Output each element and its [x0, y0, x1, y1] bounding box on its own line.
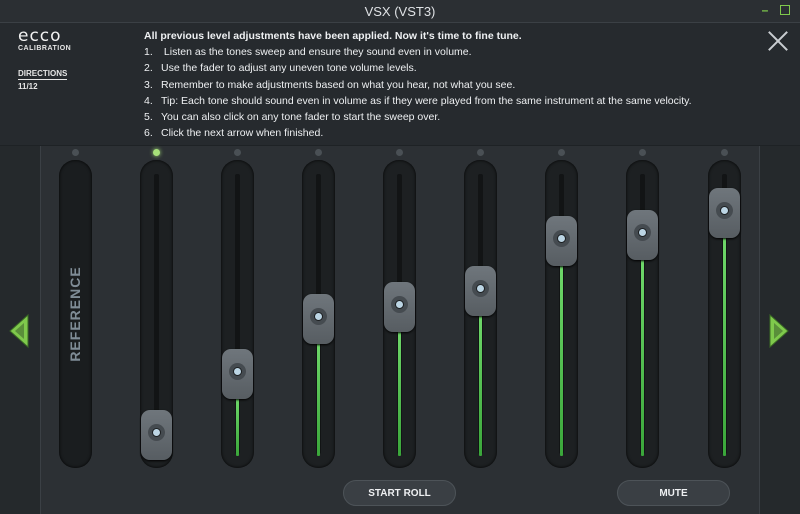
fader-knob[interactable] — [384, 282, 415, 333]
fader-level-fill — [723, 236, 726, 456]
fader-indicator — [153, 149, 160, 156]
fader-knob[interactable] — [627, 210, 658, 261]
step-text: Listen as the tones sweep and ensure the… — [161, 46, 472, 59]
brand-logo: ecco CALIBRATION — [18, 26, 78, 53]
directions-step: 11/12 — [18, 82, 38, 91]
step-text: Use the fader to adjust any uneven tone … — [161, 62, 417, 75]
fader-knob[interactable] — [546, 215, 577, 266]
tone-fader[interactable] — [302, 160, 335, 468]
fader-level-fill — [317, 341, 320, 456]
instruction-step: 1. Listen as the tones sweep and ensure … — [144, 44, 744, 60]
logo-text: ecco — [18, 26, 62, 46]
close-icon[interactable] — [767, 30, 789, 52]
maximize-icon — [780, 5, 790, 15]
fader-level-fill — [398, 330, 401, 456]
step-number: 3. — [144, 78, 153, 91]
step-number: 6. — [144, 127, 153, 140]
step-text: Click the next arrow when finished. — [161, 127, 324, 140]
maximize-button[interactable] — [778, 3, 792, 17]
instruction-step: 3. Remember to make adjustments based on … — [144, 77, 744, 93]
mute-button[interactable]: MUTE — [617, 480, 730, 506]
window-title: VSX (VST3) — [364, 4, 436, 19]
step-number: 5. — [144, 111, 153, 124]
start-roll-button[interactable]: START ROLL — [343, 480, 456, 506]
fader-level-fill — [236, 397, 239, 456]
fader-indicator — [477, 149, 484, 156]
step-text: Remember to make adjustments based on wh… — [161, 78, 516, 91]
step-number: 1. — [144, 46, 153, 59]
title-bar: VSX (VST3) – — [0, 0, 800, 23]
fader-indicator — [396, 149, 403, 156]
fader-knob[interactable] — [465, 265, 496, 316]
tone-fader[interactable] — [221, 160, 254, 468]
fader-level-fill — [479, 313, 482, 456]
step-text: Tip: Each tone should sound even in volu… — [161, 94, 692, 107]
instruction-step: 2. Use the fader to adjust any uneven ton… — [144, 60, 744, 76]
tone-fader[interactable] — [383, 160, 416, 468]
fader-knob[interactable] — [303, 293, 334, 344]
fader-indicator — [315, 149, 322, 156]
step-text: You can also click on any tone fader to … — [161, 111, 441, 124]
fader-knob[interactable] — [709, 188, 740, 239]
step-number: 2. — [144, 62, 153, 75]
instructions-heading: All previous level adjustments have been… — [144, 30, 522, 42]
fader-indicator — [721, 149, 728, 156]
reference-label: REFERENCE — [67, 266, 83, 362]
fader-level-fill — [560, 263, 563, 456]
instruction-step: 6. Click the next arrow when finished. — [144, 125, 744, 141]
step-number: 4. — [144, 94, 153, 107]
fader-indicator — [639, 149, 646, 156]
reference-indicator — [72, 149, 79, 156]
directions-label: DIRECTIONS — [18, 69, 68, 80]
chevron-right-icon[interactable] — [768, 313, 790, 349]
tone-fader[interactable] — [626, 160, 659, 468]
chevron-left-icon[interactable] — [8, 313, 30, 349]
tone-fader[interactable] — [545, 160, 578, 468]
fader-level-fill — [641, 258, 644, 456]
fader-indicator — [234, 149, 241, 156]
fader-knob[interactable] — [141, 410, 172, 460]
instructions: All previous level adjustments have been… — [144, 28, 744, 141]
fader-indicator — [558, 149, 565, 156]
instruction-step: 5. You can also click on any tone fader t… — [144, 109, 744, 125]
logo-subtitle: CALIBRATION — [18, 45, 72, 52]
tone-fader[interactable] — [140, 160, 173, 468]
tone-fader[interactable] — [708, 160, 741, 468]
minimize-button[interactable]: – — [758, 3, 772, 17]
instruction-step: 4. Tip: Each tone should sound even in vo… — [144, 93, 744, 109]
fader-knob[interactable] — [222, 349, 253, 399]
tone-fader[interactable] — [464, 160, 497, 468]
